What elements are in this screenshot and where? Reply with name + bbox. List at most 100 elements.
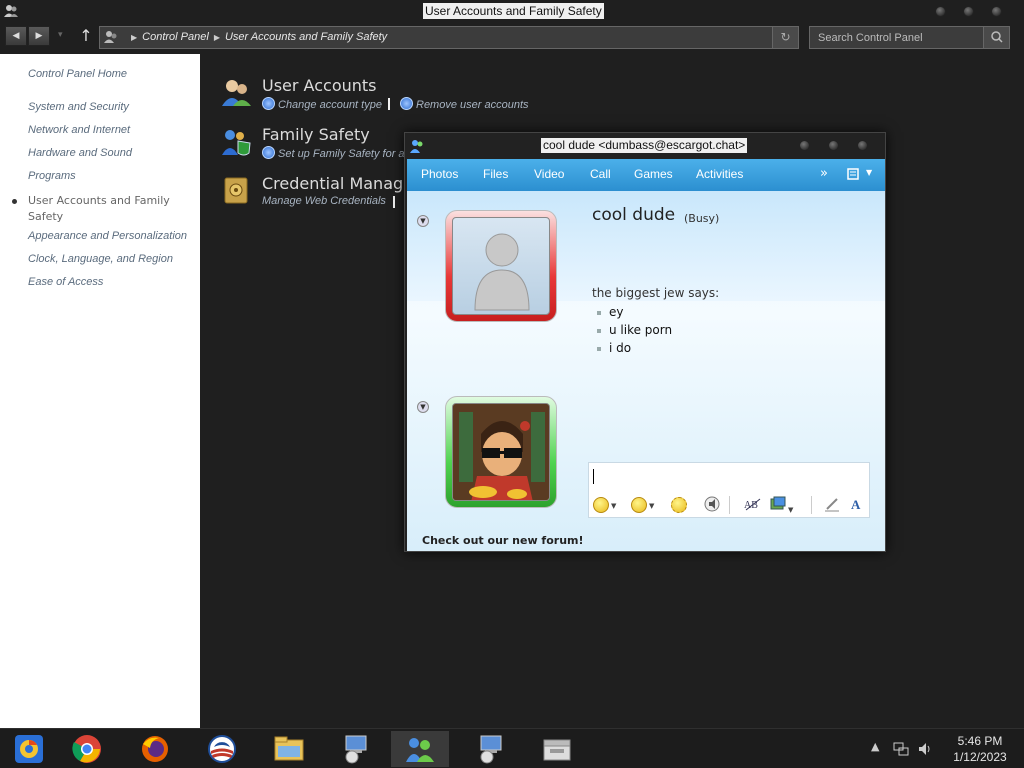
nav-ease-of-access[interactable]: Ease of Access bbox=[28, 276, 103, 288]
nav-hardware-sound[interactable]: Hardware and Sound bbox=[28, 147, 132, 159]
text-mode-icon[interactable]: A bbox=[851, 496, 860, 514]
refresh-icon[interactable]: ↻ bbox=[772, 27, 798, 48]
contact-name: cool dude bbox=[592, 205, 676, 225]
chevron-right-icon: ▶ bbox=[131, 33, 138, 42]
taskbar-setup-2[interactable] bbox=[462, 731, 520, 767]
control-panel-home-link[interactable]: Control Panel Home bbox=[28, 68, 127, 80]
separator bbox=[393, 196, 395, 208]
taskbar-chrome[interactable] bbox=[58, 731, 116, 767]
taskbar-chrome-canary[interactable] bbox=[0, 731, 58, 767]
taskbar: ▲ 5:46 PM 1/12/2023 bbox=[0, 728, 1024, 768]
separator bbox=[729, 496, 730, 514]
address-field[interactable]: ▶ Control Panel ▶ User Accounts and Family … bbox=[99, 26, 799, 49]
chevron-right-icon[interactable]: ▶ bbox=[214, 33, 220, 42]
taskbar-archive[interactable] bbox=[528, 731, 586, 767]
background-button[interactable]: ▼ bbox=[770, 496, 793, 514]
taskbar-setup[interactable] bbox=[327, 731, 385, 767]
credential-vault-icon[interactable] bbox=[220, 174, 252, 206]
file-explorer-icon bbox=[274, 736, 304, 761]
tab-photos[interactable]: Photos bbox=[421, 167, 458, 181]
chat-titlebar[interactable]: cool dude <dumbass@escargot.chat> bbox=[405, 133, 885, 159]
self-avatar[interactable] bbox=[445, 396, 557, 508]
clock[interactable]: 5:46 PM 1/12/2023 bbox=[940, 733, 1020, 765]
volume-icon[interactable] bbox=[917, 741, 933, 757]
manage-web-credentials-link[interactable]: Manage Web Credentials bbox=[262, 195, 386, 207]
chrome-canary-icon bbox=[15, 735, 43, 763]
forward-button[interactable]: ▶ bbox=[28, 26, 50, 46]
self-avatar-image bbox=[452, 403, 550, 501]
clock-date: 1/12/2023 bbox=[953, 750, 1007, 764]
taskbar-messenger[interactable] bbox=[391, 731, 449, 767]
up-level-icon[interactable]: ↑ bbox=[78, 27, 94, 45]
emoticon-button[interactable]: ▼ bbox=[593, 496, 616, 514]
chevron-down-icon[interactable]: ▼ bbox=[866, 168, 872, 177]
taskbar-obama[interactable] bbox=[193, 731, 251, 767]
user-accounts-icon[interactable] bbox=[220, 76, 252, 108]
setup-family-safety-link[interactable]: Set up Family Safety for a bbox=[262, 146, 405, 160]
voice-clip-button[interactable] bbox=[704, 496, 720, 514]
setup-icon bbox=[345, 735, 367, 764]
says-label: the biggest jew says: bbox=[592, 286, 720, 300]
collapse-self-icon[interactable]: ▼ bbox=[417, 401, 429, 413]
crumb-control-panel[interactable]: Control Panel bbox=[142, 31, 209, 43]
taskbar-firefox[interactable] bbox=[126, 731, 184, 767]
handwriting-button[interactable] bbox=[824, 496, 840, 514]
default-avatar-icon bbox=[452, 217, 550, 315]
address-toolbar: ◀ ▶ ▾ ↑ ▶ Control Panel ▶ User Accounts and… bbox=[0, 22, 1024, 54]
search-box[interactable] bbox=[809, 26, 1010, 49]
clock-time: 5:46 PM bbox=[957, 734, 1003, 748]
search-button[interactable] bbox=[983, 27, 1009, 48]
wink-icon bbox=[631, 496, 647, 513]
maximize-button[interactable] bbox=[963, 6, 974, 17]
tab-call[interactable]: Call bbox=[590, 167, 611, 181]
nav-system-security[interactable]: System and Security bbox=[28, 101, 129, 113]
current-bullet bbox=[12, 199, 17, 204]
search-input[interactable] bbox=[810, 27, 984, 48]
crumb-user-accounts[interactable]: User Accounts and Family Safety bbox=[225, 31, 387, 43]
compose-box[interactable]: ▼ ▼ AB ▼ A bbox=[588, 462, 870, 518]
nav-appearance[interactable]: Appearance and Personalization bbox=[28, 230, 187, 242]
chat-minimize-button[interactable] bbox=[799, 140, 810, 151]
breadcrumb: ▶ Control Panel ▶ User Accounts and Family … bbox=[126, 27, 387, 48]
tab-files[interactable]: Files bbox=[483, 167, 508, 181]
archive-icon bbox=[543, 739, 571, 761]
tab-activities[interactable]: Activities bbox=[696, 167, 743, 181]
font-button[interactable]: AB bbox=[744, 496, 762, 514]
back-button[interactable]: ◀ bbox=[5, 26, 27, 46]
menu-icon[interactable] bbox=[847, 167, 861, 181]
users-icon bbox=[4, 5, 18, 17]
family-safety-title[interactable]: Family Safety bbox=[262, 125, 370, 144]
window-titlebar: User Accounts and Family Safety bbox=[0, 0, 1024, 22]
control-panel-icon bbox=[104, 31, 117, 43]
nudge-button[interactable] bbox=[671, 496, 687, 514]
message-input[interactable] bbox=[589, 463, 869, 491]
chat-close-button[interactable] bbox=[857, 140, 868, 151]
contact-avatar[interactable] bbox=[445, 210, 557, 322]
voice-clip-icon bbox=[704, 496, 720, 512]
recent-pages-icon[interactable]: ▾ bbox=[58, 30, 63, 40]
close-button[interactable] bbox=[991, 6, 1002, 17]
taskbar-file-explorer[interactable] bbox=[260, 731, 318, 767]
show-hidden-icons[interactable]: ▲ bbox=[871, 740, 879, 753]
network-icon[interactable] bbox=[893, 741, 909, 757]
nav-network-internet[interactable]: Network and Internet bbox=[28, 124, 130, 136]
credential-manager-title[interactable]: Credential Manager bbox=[262, 174, 420, 193]
chrome-icon bbox=[72, 735, 101, 763]
nav-programs[interactable]: Programs bbox=[28, 170, 76, 182]
tab-video[interactable]: Video bbox=[534, 167, 564, 181]
tab-games[interactable]: Games bbox=[634, 167, 673, 181]
shield-icon bbox=[262, 97, 275, 110]
nav-clock-language[interactable]: Clock, Language, and Region bbox=[28, 253, 173, 265]
messenger-icon bbox=[406, 738, 434, 762]
more-options-icon[interactable]: » bbox=[820, 166, 828, 181]
promo-link[interactable]: Check out our new forum! bbox=[422, 534, 584, 547]
family-safety-icon[interactable] bbox=[220, 125, 252, 157]
minimize-button[interactable] bbox=[935, 6, 946, 17]
font-icon: AB bbox=[744, 498, 761, 511]
collapse-contact-icon[interactable]: ▼ bbox=[417, 215, 429, 227]
wink-button[interactable]: ▼ bbox=[631, 496, 654, 514]
change-account-type-link[interactable]: Change account type bbox=[262, 97, 382, 111]
user-accounts-title[interactable]: User Accounts bbox=[262, 76, 377, 95]
chat-maximize-button[interactable] bbox=[828, 140, 839, 151]
remove-user-accounts-link[interactable]: Remove user accounts bbox=[400, 97, 529, 111]
